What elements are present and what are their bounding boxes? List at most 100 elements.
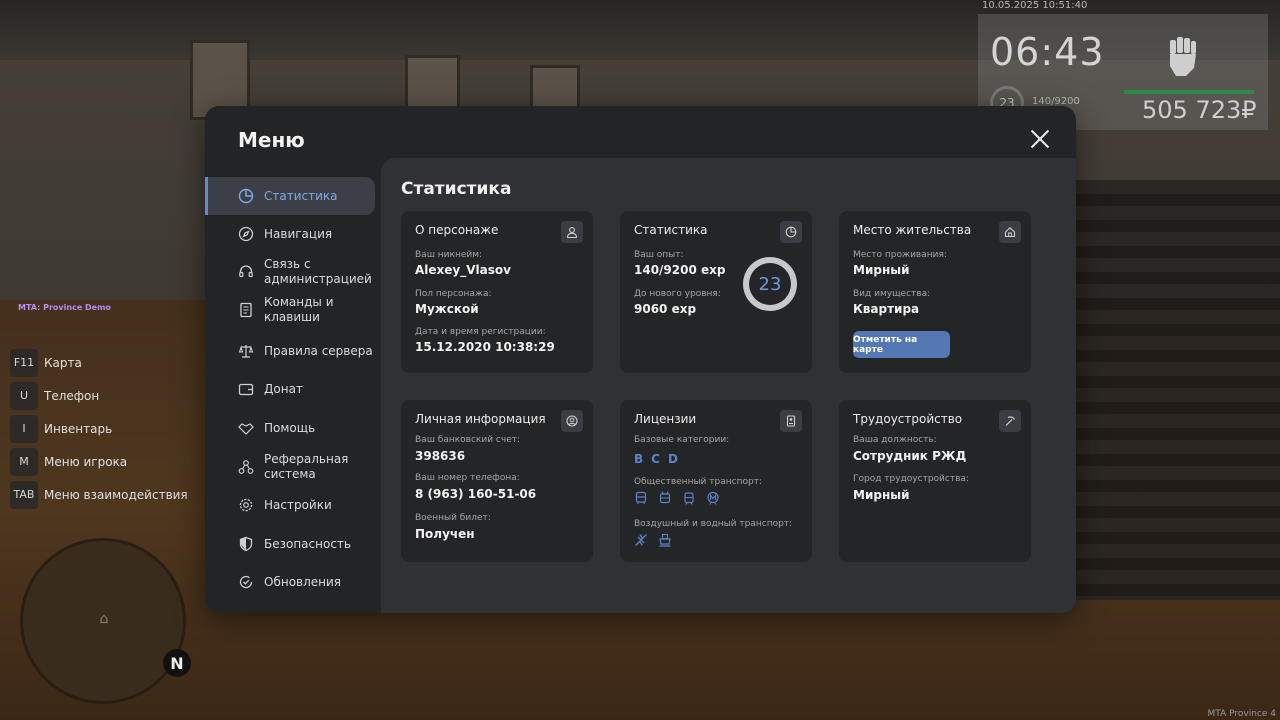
keybind-label: Телефон [44, 388, 100, 403]
nav-label: Обновления [264, 574, 342, 589]
property-type-value: Квартира [853, 302, 920, 316]
nav-label: Донат [264, 381, 303, 396]
trolleybus-icon [658, 491, 672, 505]
work-city-value: Мирный [853, 488, 910, 502]
shield-icon [238, 536, 254, 552]
scales-icon [238, 343, 254, 359]
hud-datetime: 10.05.2025 10:51:40 [982, 0, 1088, 11]
gear-icon [238, 497, 254, 513]
card-title: Место жительства [853, 223, 972, 237]
modal-title: Меню [238, 128, 305, 152]
next-level-label: До нового уровня: [634, 289, 721, 299]
next-level-value: 9060 exp [634, 302, 697, 316]
minimap: ⌂ N [20, 538, 191, 704]
keybind-key: F11 [10, 348, 38, 377]
phone-label: Ваш номер телефона: [415, 473, 520, 483]
user-circle-icon [561, 410, 583, 432]
nav-label: Безопасность [264, 536, 351, 551]
nav-item-referral[interactable]: Реферальная система [205, 448, 375, 486]
residence-place-label: Место проживания: [853, 250, 947, 260]
card-employment: Трудоустройство Ваша должность: Сотрудни… [839, 400, 1031, 562]
work-city-label: Город трудоустройства: [853, 474, 969, 484]
compass-icon [238, 226, 254, 242]
keybind-label: Карта [44, 355, 82, 370]
nav-item-navigation[interactable]: Навигация [205, 215, 375, 253]
hud-health-bar [1124, 90, 1254, 94]
license-category: C [651, 452, 660, 466]
pie-chart-icon [780, 221, 802, 243]
nav-label: Реферальная система [264, 452, 349, 481]
nickname-label: Ваш никнейм: [415, 250, 483, 260]
headset-icon [238, 264, 254, 280]
air-water-transport-label: Воздушный и водный транспорт: [634, 519, 793, 529]
tram-icon [682, 491, 696, 505]
level-value: 23 [749, 263, 791, 305]
keybind-key: I [10, 414, 38, 443]
bank-account-value: 398636 [415, 449, 466, 463]
nav-label: Связь с администрацией [264, 257, 372, 286]
bank-account-label: Ваш банковский счет: [415, 435, 521, 445]
nav-item-donate[interactable]: Донат [205, 370, 375, 408]
nav-item-statistics[interactable]: Статистика [205, 177, 375, 215]
nav-item-rules[interactable]: Правила сервера [205, 332, 375, 370]
menu-modal: Меню Статистика Навигация Связь с админи… [205, 106, 1076, 613]
keybind-label: Инвентарь [44, 421, 113, 436]
nav-item-admin-contact[interactable]: Связь с администрацией [205, 253, 375, 291]
position-value: Сотрудник РЖД [853, 449, 967, 463]
pie-chart-icon [238, 188, 254, 204]
registration-value: 15.12.2020 10:38:29 [415, 340, 555, 354]
nav-item-settings[interactable]: Настройки [205, 486, 375, 524]
north-marker: N [163, 649, 191, 677]
keybind-key: M [10, 447, 38, 476]
exp-label: Ваш опыт: [634, 250, 684, 260]
card-personal-info: Личная информация Ваш банковский счет: 3… [401, 400, 593, 562]
keybind-interaction-menu: TAB Меню взаимодействия [10, 478, 188, 511]
close-icon[interactable] [1028, 128, 1052, 152]
keybind-key: U [10, 381, 38, 410]
handshake-icon [238, 420, 254, 436]
nav-item-updates[interactable]: Обновления [205, 563, 375, 601]
exp-value: 140/9200 exp [634, 263, 726, 277]
nav-label: Команды и клавиши [264, 295, 334, 324]
gender-value: Мужской [415, 302, 479, 316]
card-title: О персонаже [415, 223, 499, 237]
pickaxe-icon [999, 410, 1021, 432]
plane-icon [634, 533, 648, 547]
card-title: Статистика [634, 223, 708, 237]
content-title: Статистика [401, 179, 512, 199]
menu-sidebar: Статистика Навигация Связь с администрац… [205, 172, 381, 613]
nickname-value: Alexey_Vlasov [415, 263, 511, 277]
keybind-key: TAB [10, 480, 38, 509]
mark-on-map-button[interactable]: Отметить на карте [853, 331, 950, 358]
military-id-value: Получен [415, 527, 475, 541]
nav-item-security[interactable]: Безопасность [205, 525, 375, 563]
keybind-player-menu: M Меню игрока [10, 445, 188, 478]
content-panel: Статистика О персонаже Ваш никнейм: Alex… [381, 158, 1076, 613]
card-residence: Место жительства Место проживания: Мирны… [839, 211, 1031, 373]
bus-icon [634, 491, 648, 505]
watermark: MTA Province 4 [1207, 709, 1276, 719]
server-tag: MTA: Province Demo [18, 303, 111, 312]
air-water-transport-icons [634, 533, 672, 547]
nav-item-help[interactable]: Помощь [205, 409, 375, 447]
hud-clock: 06:43 [990, 30, 1105, 74]
gender-label: Пол персонажа: [415, 289, 492, 299]
keybind-list: F11 Карта U Телефон I Инвентарь M Меню и… [10, 346, 188, 511]
keybind-phone: U Телефон [10, 379, 188, 412]
nav-label: Помощь [264, 420, 316, 435]
metro-icon [706, 491, 720, 505]
network-icon [238, 459, 254, 475]
military-id-label: Военный билет: [415, 513, 491, 523]
card-licenses: Лицензии Базовые категории: B C D Общест… [620, 400, 812, 562]
refresh-check-icon [238, 574, 254, 590]
level-progress-ring: 23 [743, 257, 797, 311]
license-card-icon [780, 410, 802, 432]
public-transport-icons [634, 491, 720, 505]
wallet-icon [238, 381, 254, 397]
player-arrow-icon: ⌂ [99, 611, 109, 627]
document-icon [238, 302, 254, 318]
card-title: Личная информация [415, 412, 546, 426]
registration-label: Дата и время регистрации: [415, 327, 546, 337]
nav-item-commands[interactable]: Команды и клавиши [205, 291, 375, 329]
keybind-label: Меню игрока [44, 454, 128, 469]
